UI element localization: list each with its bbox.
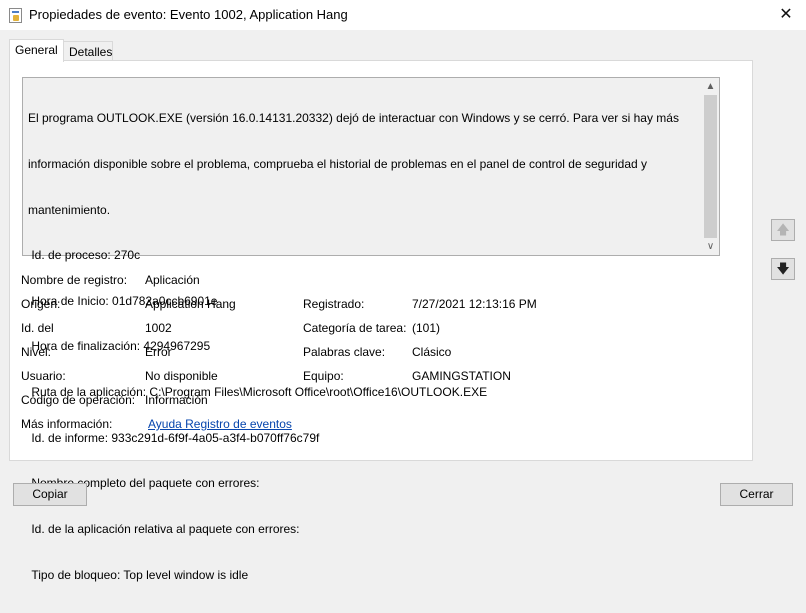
- keywords-value: Clásico: [412, 345, 452, 359]
- logged-value: 7/27/2021 12:13:16 PM: [412, 297, 537, 311]
- description-box[interactable]: El programa OUTLOOK.EXE (versión 16.0.14…: [22, 77, 720, 582]
- tab-general[interactable]: General: [9, 39, 64, 62]
- scroll-down-chevron-icon[interactable]: ∨: [702, 238, 719, 255]
- description-line: Nombre completo del paquete con errores:: [31, 476, 260, 491]
- arrow-down-icon: 🡇: [776, 261, 790, 276]
- opcode-label: Código de operación:: [21, 393, 136, 407]
- more-info-label: Más información:: [21, 417, 113, 431]
- arrow-up-icon: 🡅: [776, 222, 790, 237]
- level-value: Error: [145, 345, 172, 359]
- opcode-value: Información: [145, 393, 208, 407]
- keywords-label: Palabras clave:: [303, 345, 386, 359]
- description-line: El programa OUTLOOK.EXE (versión 16.0.14…: [28, 111, 679, 126]
- event-id-label: Id. del: [21, 321, 54, 335]
- log-name-value: Aplicación: [145, 273, 200, 287]
- computer-label: Equipo:: [303, 369, 344, 383]
- task-category-value: (101): [412, 321, 441, 335]
- task-category-label: Categoría de tarea:: [303, 321, 407, 335]
- description-line: información disponible sobre el problema…: [28, 157, 648, 172]
- source-value: Application Hang: [145, 297, 236, 311]
- event-id-value: 1002: [145, 321, 172, 335]
- description-line: Id. de informe: 933c291d-6f9f-4a05-a3f4-…: [28, 430, 320, 445]
- event-log-help-link[interactable]: Ayuda Registro de eventos: [148, 417, 292, 431]
- log-name-label: Nombre de registro:: [21, 273, 128, 287]
- tab-detalles[interactable]: Detalles: [63, 41, 113, 61]
- level-label: Nivel:: [21, 345, 52, 359]
- description-line: Id. de la aplicación relativa al paquete…: [28, 521, 300, 536]
- close-window-button[interactable]: ✕: [772, 3, 800, 27]
- computer-value: GAMINGSTATION: [412, 369, 511, 383]
- close-button[interactable]: Cerrar: [720, 483, 793, 506]
- source-label: Origen:: [21, 297, 61, 311]
- event-properties-icon: [9, 8, 22, 23]
- next-event-button[interactable]: 🡇: [771, 258, 795, 280]
- description-line: mantenimiento.: [28, 202, 111, 217]
- description-line: Id. de proceso: 270c: [28, 248, 141, 263]
- window-title: Propiedades de evento: Evento 1002, Appl…: [29, 7, 348, 22]
- user-label: Usuario:: [21, 369, 66, 383]
- logged-label: Registrado:: [303, 297, 365, 311]
- previous-event-button[interactable]: 🡅: [771, 219, 795, 241]
- user-value: No disponible: [145, 369, 218, 383]
- copy-button[interactable]: Copiar: [13, 483, 87, 506]
- scroll-up-arrow-icon[interactable]: ▲: [702, 78, 719, 95]
- description-scrollbar[interactable]: ▲ ∨: [702, 78, 719, 255]
- scroll-thumb[interactable]: [704, 95, 717, 238]
- title-bar: Propiedades de evento: Evento 1002, Appl…: [0, 0, 806, 30]
- description-line: Tipo de bloqueo: Top level window is idl…: [28, 567, 249, 582]
